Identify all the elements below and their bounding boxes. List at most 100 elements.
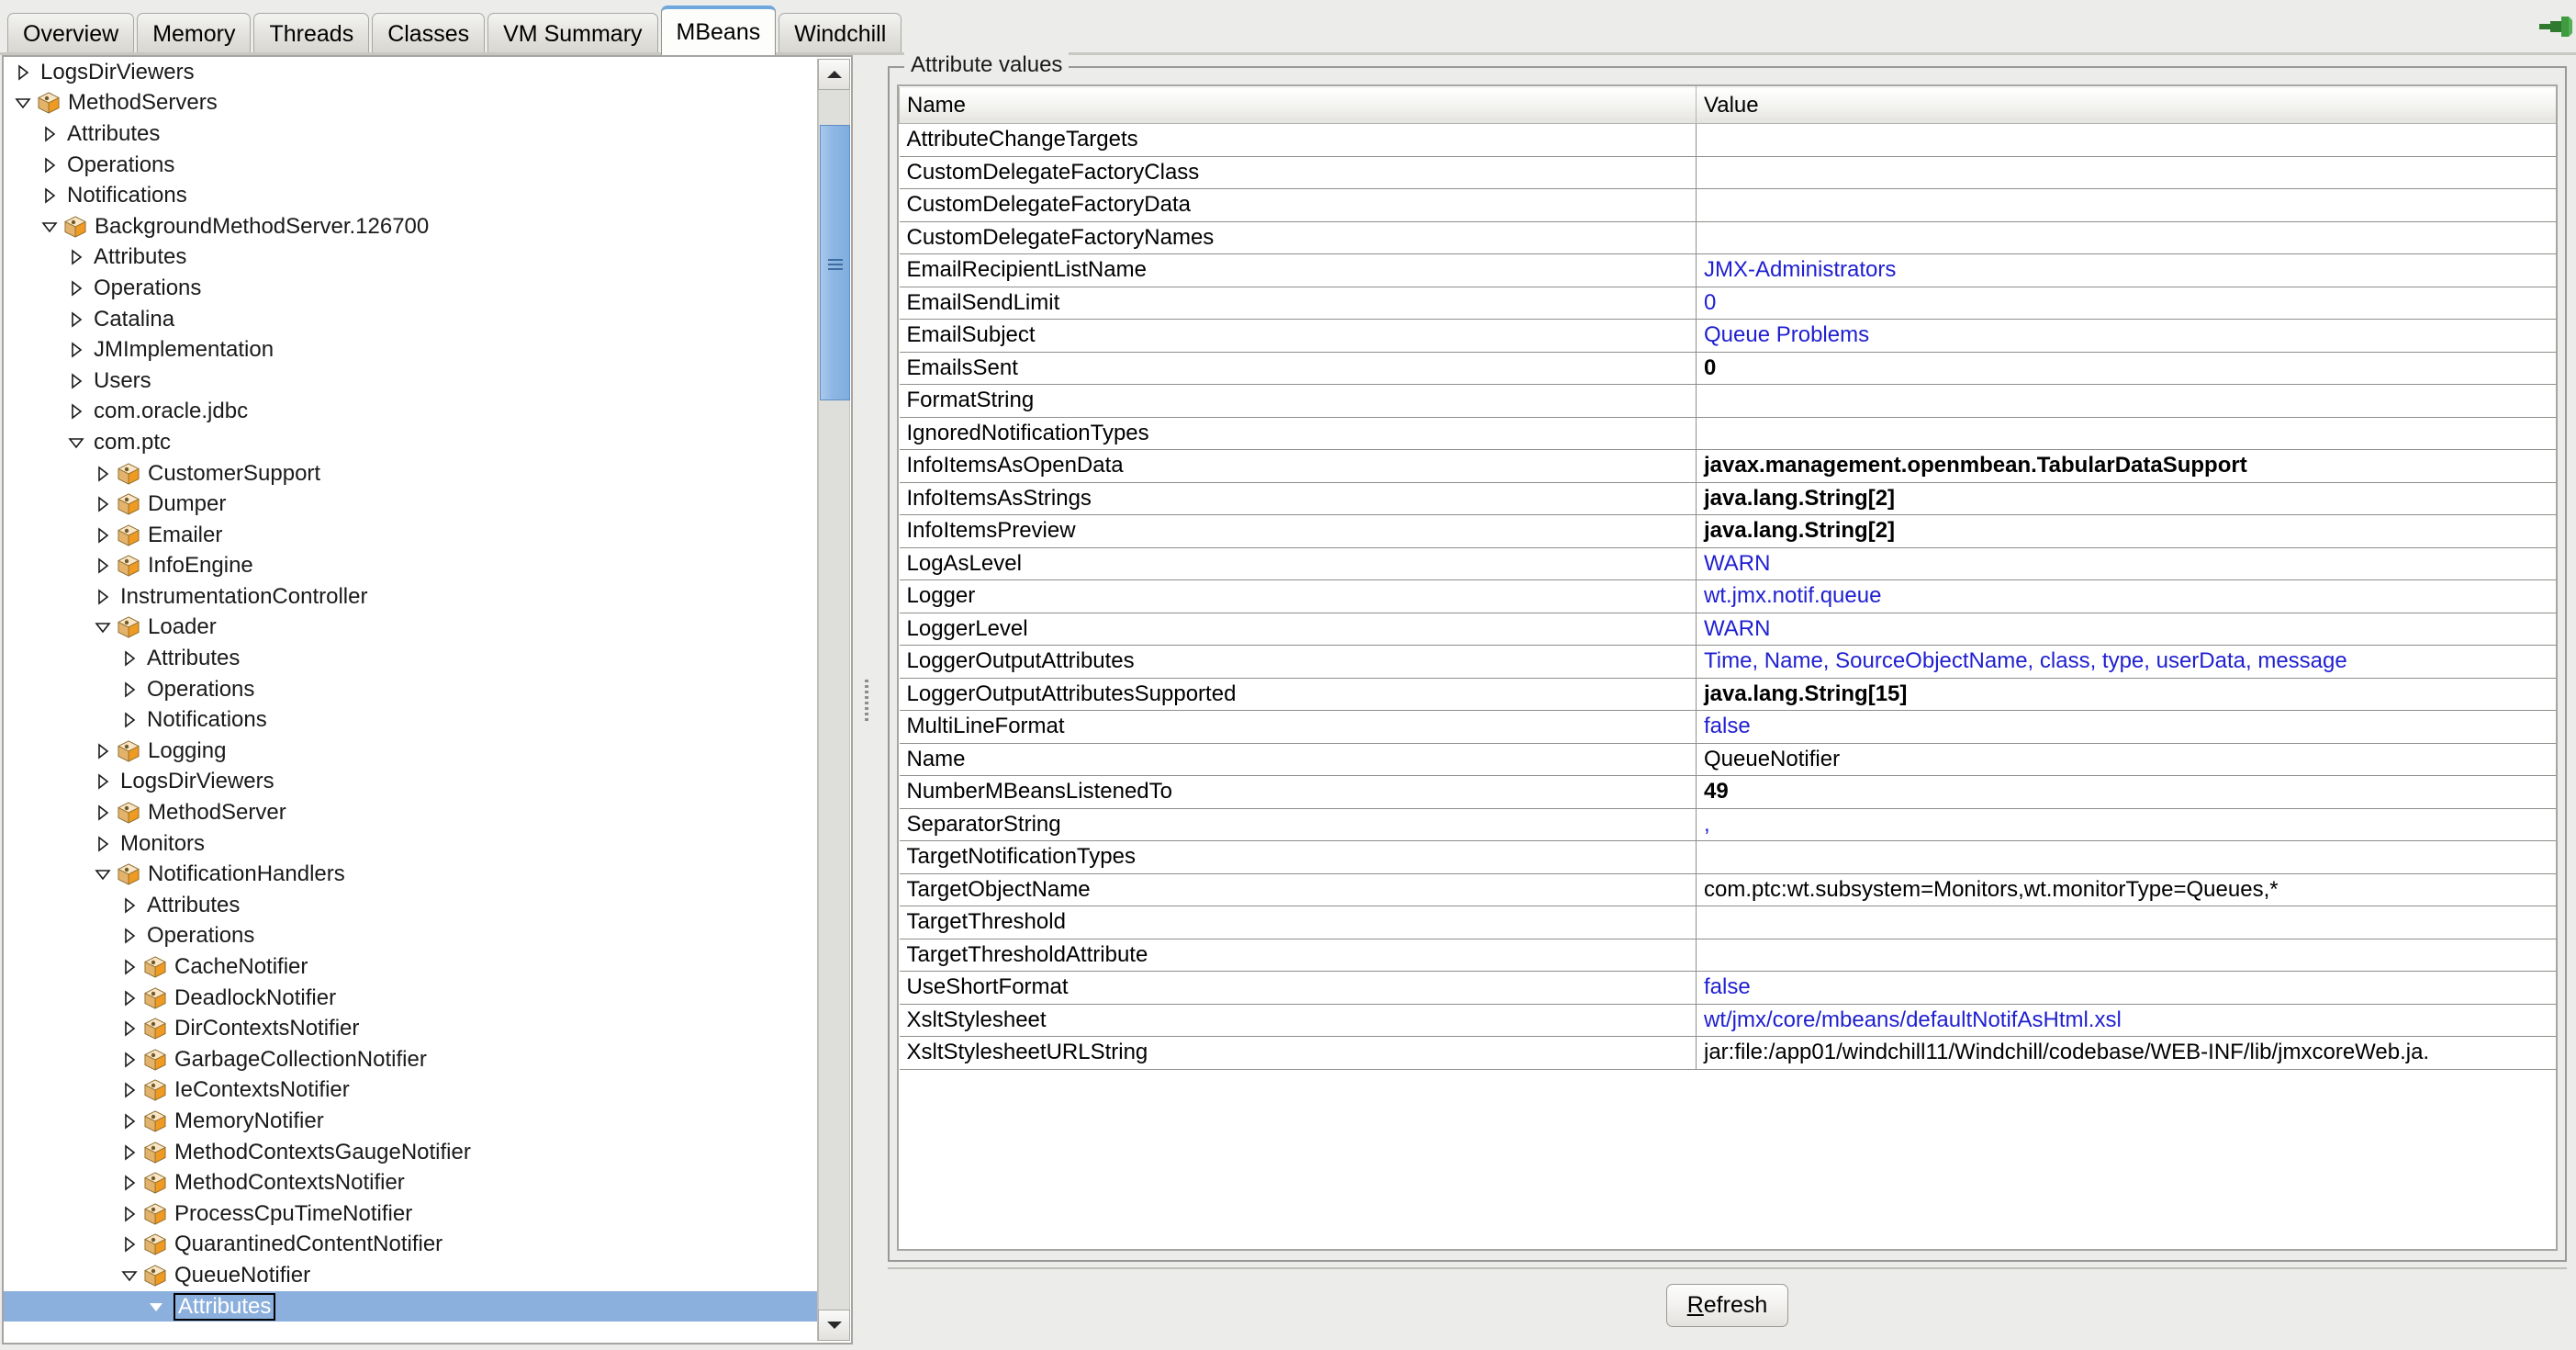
table-row[interactable]: NumberMBeansListenedTo 49 [899, 775, 2556, 809]
attribute-name-cell[interactable]: LogAsLevel [899, 547, 1697, 580]
attribute-value-cell[interactable] [1696, 221, 2556, 254]
tree-node-operations[interactable]: Operations [4, 921, 819, 952]
attribute-value-cell[interactable]: java.lang.String[15] [1696, 678, 2556, 711]
tree-node-catalina[interactable]: Catalina [4, 304, 819, 335]
attribute-name-cell[interactable]: FormatString [899, 384, 1697, 418]
chevron-down-icon[interactable] [38, 218, 62, 236]
attribute-name-cell[interactable]: LoggerOutputAttributes [899, 645, 1697, 679]
tree-node-cachenotifier[interactable]: CacheNotifier [4, 951, 819, 983]
chevron-right-icon[interactable] [38, 156, 62, 174]
attribute-name-cell[interactable]: TargetThresholdAttribute [899, 939, 1697, 972]
column-header-value[interactable]: Value [1696, 86, 2556, 124]
attribute-name-cell[interactable]: EmailSendLimit [899, 287, 1697, 320]
attribute-value-cell[interactable]: QueueNotifier [1696, 743, 2556, 776]
chevron-right-icon[interactable] [118, 1235, 141, 1254]
chevron-right-icon[interactable] [91, 804, 115, 822]
tree-node-queuenotifier[interactable]: QueueNotifier [4, 1260, 819, 1291]
attribute-value-cell[interactable]: WARN [1696, 613, 2556, 646]
table-row[interactable]: XsltStylesheet wt/jmx/core/mbeans/default… [899, 1004, 2556, 1037]
attribute-name-cell[interactable]: XsltStylesheet [899, 1004, 1697, 1037]
chevron-right-icon[interactable] [64, 310, 88, 329]
chevron-down-icon[interactable] [118, 1266, 141, 1285]
table-row[interactable]: AttributeChangeTargets [899, 123, 2556, 157]
attribute-value-cell[interactable]: WARN [1696, 547, 2556, 580]
column-header-name[interactable]: Name [899, 86, 1697, 124]
chevron-right-icon[interactable] [118, 711, 141, 729]
table-row[interactable]: TargetNotificationTypes [899, 840, 2556, 874]
tree-node-logging[interactable]: Logging [4, 736, 819, 767]
attribute-name-cell[interactable]: EmailSubject [899, 319, 1697, 353]
chevron-right-icon[interactable] [64, 248, 88, 266]
tab-vm-summary[interactable]: VM Summary [487, 13, 658, 55]
chevron-right-icon[interactable] [118, 927, 141, 945]
chevron-right-icon[interactable] [64, 279, 88, 298]
attribute-name-cell[interactable]: LoggerOutputAttributesSupported [899, 678, 1697, 711]
chevron-down-icon[interactable] [144, 1298, 168, 1316]
tree-node-instrumentationcontroller[interactable]: InstrumentationController [4, 581, 819, 613]
chevron-right-icon[interactable] [38, 125, 62, 143]
attribute-value-cell[interactable] [1696, 156, 2556, 189]
tree-node-logsdirviewers[interactable]: LogsDirViewers [4, 767, 819, 798]
table-row[interactable]: IgnoredNotificationTypes [899, 417, 2556, 450]
attribute-name-cell[interactable]: NumberMBeansListenedTo [899, 775, 1697, 809]
tree-node-logsdirviewers[interactable]: LogsDirViewers [4, 57, 819, 88]
chevron-right-icon[interactable] [118, 1081, 141, 1099]
scroll-up-button[interactable] [818, 59, 850, 90]
attribute-value-cell[interactable]: java.lang.String[2] [1696, 514, 2556, 548]
attribute-name-cell[interactable]: InfoItemsAsOpenData [899, 449, 1697, 483]
attribute-value-cell[interactable]: 0 [1696, 287, 2556, 320]
tree-node-attributes[interactable]: Attributes [4, 118, 819, 150]
chevron-right-icon[interactable] [118, 989, 141, 1007]
tree-node-users[interactable]: Users [4, 366, 819, 397]
table-row[interactable]: TargetThreshold [899, 906, 2556, 939]
attribute-value-cell[interactable]: jar:file:/app01/windchill11/Windchill/co… [1696, 1036, 2556, 1070]
tree-node-dircontextsnotifier[interactable]: DirContextsNotifier [4, 1013, 819, 1044]
chevron-right-icon[interactable] [118, 1051, 141, 1069]
chevron-right-icon[interactable] [64, 372, 88, 390]
chevron-down-icon[interactable] [11, 94, 35, 112]
attribute-value-cell[interactable]: false [1696, 710, 2556, 744]
attribute-value-cell[interactable]: , [1696, 808, 2556, 841]
tree-node-loader[interactable]: Loader [4, 613, 819, 644]
tree-node-emailer[interactable]: Emailer [4, 520, 819, 551]
chevron-right-icon[interactable] [118, 681, 141, 699]
attribute-value-cell[interactable]: com.ptc:wt.subsystem=Monitors,wt.monitor… [1696, 873, 2556, 906]
table-row[interactable]: SeparatorString, [899, 808, 2556, 841]
chevron-right-icon[interactable] [118, 1112, 141, 1131]
chevron-right-icon[interactable] [11, 63, 35, 82]
attribute-value-cell[interactable]: javax.management.openmbean.TabularDataSu… [1696, 449, 2556, 483]
tab-threads[interactable]: Threads [253, 13, 370, 55]
attribute-value-cell[interactable]: wt.jmx.notif.queue [1696, 579, 2556, 613]
attribute-name-cell[interactable]: MultiLineFormat [899, 710, 1697, 744]
table-row[interactable]: InfoItemsAsStrings java.lang.String[2] [899, 482, 2556, 515]
attribute-name-cell[interactable]: UseShortFormat [899, 971, 1697, 1005]
attribute-value-cell[interactable] [1696, 939, 2556, 972]
pin-icon[interactable] [2532, 13, 2572, 40]
tree-node-methodcontextsgaugenotifier[interactable]: MethodContextsGaugeNotifier [4, 1137, 819, 1168]
attribute-name-cell[interactable]: CustomDelegateFactoryNames [899, 221, 1697, 254]
chevron-right-icon[interactable] [64, 402, 88, 421]
attribute-value-cell[interactable]: JMX-Administrators [1696, 253, 2556, 287]
chevron-right-icon[interactable] [118, 649, 141, 668]
tree-vertical-scrollbar[interactable] [817, 59, 850, 1341]
attribute-name-cell[interactable]: TargetThreshold [899, 906, 1697, 939]
attribute-name-cell[interactable]: SeparatorString [899, 808, 1697, 841]
table-row[interactable]: EmailSubject Queue Problems [899, 319, 2556, 353]
scrollbar-track[interactable] [818, 90, 850, 1310]
attribute-value-cell[interactable]: java.lang.String[2] [1696, 482, 2556, 515]
tree-node-dumper[interactable]: Dumper [4, 489, 819, 520]
chevron-right-icon[interactable] [91, 557, 115, 575]
tree-node-operations[interactable]: Operations [4, 273, 819, 304]
attribute-value-cell[interactable]: wt/jmx/core/mbeans/defaultNotifAsHtml.xs… [1696, 1004, 2556, 1037]
table-row[interactable]: EmailSendLimit 0 [899, 287, 2556, 320]
tree-node-iecontextsnotifier[interactable]: IeContextsNotifier [4, 1075, 819, 1107]
table-row[interactable]: CustomDelegateFactoryData [899, 188, 2556, 222]
chevron-right-icon[interactable] [38, 186, 62, 205]
attribute-name-cell[interactable]: Logger [899, 579, 1697, 613]
table-row[interactable]: EmailRecipientListName JMX-Administrators [899, 253, 2556, 287]
attribute-name-cell[interactable]: InfoItemsPreview [899, 514, 1697, 548]
table-row[interactable]: InfoItemsAsOpenData javax.management.open… [899, 449, 2556, 483]
tree-node-notificationhandlers[interactable]: NotificationHandlers [4, 859, 819, 890]
tab-memory[interactable]: Memory [137, 13, 252, 55]
table-row[interactable]: LoggerLevel WARN [899, 613, 2556, 646]
